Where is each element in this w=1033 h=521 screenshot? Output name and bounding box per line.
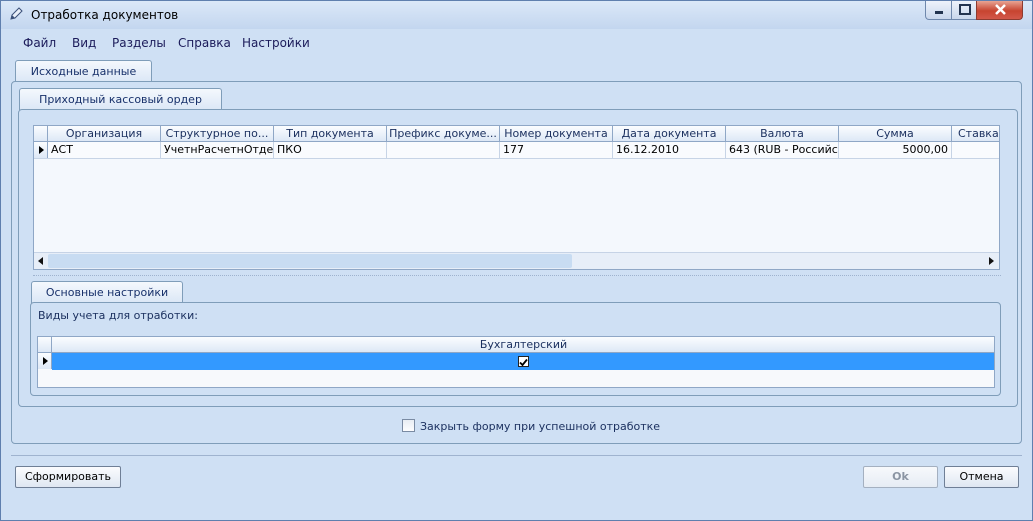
accounting-types-label: Виды учета для отработки: bbox=[38, 309, 198, 322]
main-window: Отработка документов Файл Вид Разделы Сп… bbox=[0, 0, 1033, 521]
grid-corner bbox=[34, 126, 48, 142]
cell-rate[interactable] bbox=[952, 142, 999, 158]
cell-doc-date[interactable]: 16.12.2010 bbox=[613, 142, 726, 158]
pencil-app-icon bbox=[10, 7, 23, 20]
column-header[interactable]: Сумма bbox=[839, 126, 952, 142]
cell-accounting-checkbox[interactable] bbox=[52, 353, 994, 370]
bottom-divider bbox=[11, 455, 1022, 456]
generate-button[interactable]: Сформировать bbox=[15, 466, 121, 488]
menu-view[interactable]: Вид bbox=[72, 36, 96, 50]
row-pointer-icon bbox=[39, 146, 44, 154]
title-bar: Отработка документов bbox=[1, 1, 1032, 29]
cell-doc-number[interactable]: 177 bbox=[500, 142, 613, 158]
column-header[interactable]: Тип документа bbox=[274, 126, 387, 142]
cell-amount[interactable]: 5000,00 bbox=[839, 142, 952, 158]
row-selector[interactable] bbox=[38, 353, 52, 369]
tab-main-settings[interactable]: Основные настройки bbox=[31, 281, 183, 303]
close-form-label: Закрыть форму при успешной отработке bbox=[420, 420, 661, 433]
close-button[interactable] bbox=[976, 1, 1023, 20]
window-title: Отработка документов bbox=[31, 8, 179, 22]
minimize-button[interactable] bbox=[925, 1, 952, 20]
tab-cash-receipt[interactable]: Приходный кассовый ордер bbox=[19, 88, 222, 110]
scrollbar-thumb[interactable] bbox=[48, 254, 572, 268]
minimize-icon bbox=[935, 11, 943, 14]
scroll-right-icon[interactable] bbox=[986, 256, 996, 266]
column-header[interactable]: Дата документа bbox=[613, 126, 726, 142]
cancel-button[interactable]: Отмена bbox=[944, 466, 1019, 488]
column-header[interactable]: Бухгалтерский bbox=[52, 337, 994, 353]
tab-source-data[interactable]: Исходные данные bbox=[15, 60, 152, 82]
cell-currency[interactable]: 643 (RUB - Российс... bbox=[726, 142, 839, 158]
menu-settings[interactable]: Настройки bbox=[242, 36, 310, 50]
maximize-button[interactable] bbox=[951, 1, 977, 20]
ok-button[interactable]: Ok bbox=[863, 466, 938, 488]
row-pointer-icon bbox=[43, 357, 48, 365]
column-header[interactable]: Ставка bbox=[952, 126, 999, 142]
menu-sections[interactable]: Разделы bbox=[112, 36, 166, 50]
column-header[interactable]: Валюта bbox=[726, 126, 839, 142]
column-header[interactable]: Организация bbox=[48, 126, 161, 142]
column-header[interactable]: Префикс докуме... bbox=[387, 126, 500, 142]
cell-organization[interactable]: АСТ bbox=[48, 142, 161, 158]
cell-department[interactable]: УчетнРасчетнОтдел bbox=[161, 142, 274, 158]
row-selector[interactable] bbox=[34, 142, 48, 158]
splitter[interactable] bbox=[33, 275, 1001, 276]
close-icon bbox=[995, 4, 1006, 15]
documents-grid: Организация Структурное по... Тип докуме… bbox=[33, 125, 1000, 270]
scroll-left-icon[interactable] bbox=[36, 256, 46, 266]
close-form-checkbox[interactable] bbox=[402, 419, 415, 432]
accounting-types-grid: Бухгалтерский bbox=[37, 336, 995, 388]
column-header[interactable]: Структурное по... bbox=[161, 126, 274, 142]
table-row[interactable] bbox=[38, 353, 994, 370]
cell-doc-prefix[interactable] bbox=[387, 142, 500, 158]
grid-corner bbox=[38, 337, 52, 353]
maximize-icon bbox=[959, 4, 971, 15]
accounting-checkbox[interactable] bbox=[518, 356, 529, 367]
column-header[interactable]: Номер документа bbox=[500, 126, 613, 142]
menu-file[interactable]: Файл bbox=[23, 36, 56, 50]
cell-doc-type[interactable]: ПКО bbox=[274, 142, 387, 158]
checkmark-icon bbox=[519, 358, 528, 367]
horizontal-scrollbar[interactable] bbox=[34, 252, 999, 269]
menu-help[interactable]: Справка bbox=[178, 36, 231, 50]
table-row[interactable]: АСТ УчетнРасчетнОтдел ПКО 177 16.12.2010… bbox=[34, 142, 999, 159]
